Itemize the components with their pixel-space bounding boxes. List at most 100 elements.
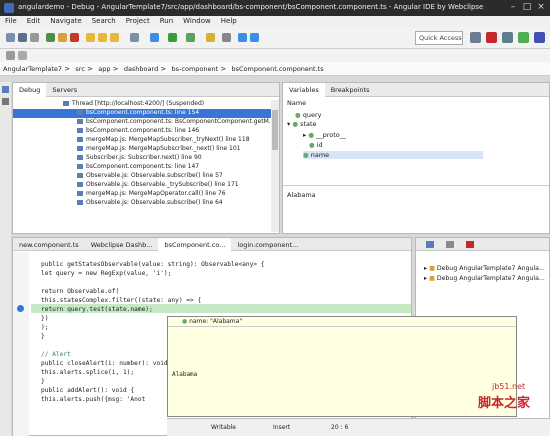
tab-variables[interactable]: Variables [283,83,325,97]
menu-run[interactable]: Run [155,16,178,26]
code-line[interactable]: this.statesComplex.filter((state: any) =… [41,296,201,305]
breadcrumb-app[interactable]: app [98,62,110,75]
git-perspective-icon[interactable] [534,32,545,43]
step-over-icon[interactable] [98,33,107,42]
menu-help[interactable]: Help [216,16,242,26]
tab-debug[interactable]: Debug [13,83,47,97]
frame-icon [77,200,83,205]
suspend-icon[interactable] [58,33,67,42]
forward-icon[interactable] [250,33,259,42]
step-into-icon[interactable] [86,33,95,42]
stack-frame[interactable]: bsComponent.component.ts: line 146 [13,127,275,136]
variable-row[interactable]: ▸ ● __proto__ [303,131,346,139]
debug-icon[interactable] [150,33,159,42]
resume-icon[interactable] [46,33,55,42]
variable-detail: Alabama [287,191,316,199]
stack-frame[interactable]: Observable.js: Observable._trySubscribe(… [13,181,275,190]
drop-frame-icon[interactable] [130,33,139,42]
outline-item[interactable]: ▸ ■ Debug AngularTemplate7 Angula... [424,275,549,282]
code-line[interactable]: } [41,332,45,341]
code-line[interactable]: // Alert [41,350,71,359]
code-line[interactable]: public addAlert(): void { [41,386,134,395]
breadcrumb-bs-component[interactable]: bs-component [172,62,219,75]
variable-row[interactable]: ● id [309,141,323,149]
code-line[interactable]: this.alerts.splice(i, 1); [41,368,134,377]
variable-row[interactable]: ● query [295,111,322,119]
open-resource-icon[interactable] [18,51,27,60]
code-line[interactable]: this.alerts.push({msg: 'Anot [41,395,145,404]
outline-item[interactable]: ▸ ■ Debug AngularTemplate7 Angula... [424,265,549,272]
stack-frame[interactable]: Subscriber.js: Subscriber.next() line 90 [13,154,275,163]
external-tools-icon[interactable] [186,33,195,42]
menu-window[interactable]: Window [178,16,216,26]
menu-edit[interactable]: Edit [22,16,46,26]
editor-tab[interactable]: login.component... [231,238,304,252]
outline-tab-icon[interactable] [426,241,434,248]
project-explorer-icon[interactable] [2,86,9,93]
maximize-icon[interactable]: □ [520,2,534,13]
frame-icon [77,155,83,160]
code-line[interactable]: return Observable.of( [41,287,119,296]
code-line[interactable]: let query = new RegExp(value, 'i'); [41,269,171,278]
editor-tab-active[interactable]: bsComponent.co... [158,238,232,252]
tasks-tab-icon[interactable] [446,241,454,248]
run-icon[interactable] [168,33,177,42]
stack-frame[interactable]: mergeMap.js: MergeMapSubscriber._tryNext… [13,136,275,145]
open-folder-icon[interactable] [206,33,215,42]
terminate-icon[interactable] [70,33,79,42]
stack-frame[interactable]: bsComponent.component.ts: BsComponentCom… [13,118,275,127]
java-perspective-icon[interactable] [502,32,513,43]
code-line[interactable]: }) [41,314,48,323]
menu-file[interactable]: File [0,16,22,26]
breakpoint-icon[interactable] [17,305,24,312]
step-return-icon[interactable] [110,33,119,42]
code-line[interactable]: public closeAlert(i: number): void { [41,359,175,368]
close-icon[interactable]: × [534,2,548,13]
code-line[interactable]: } [41,377,45,386]
tab-breakpoints[interactable]: Breakpoints [325,83,376,97]
variable-row[interactable]: ▾ ● state [287,120,317,128]
secondary-toolbar [0,49,550,62]
hover-value[interactable]: Alabama [172,371,197,378]
open-perspective-icon[interactable] [470,32,481,43]
minimize-icon[interactable]: – [506,2,520,13]
tab-servers[interactable]: Servers [46,83,83,97]
stack-frame[interactable]: Observable.js: Observable.subscribe() li… [13,172,275,181]
breadcrumb-file[interactable]: bsComponent.component.ts [232,62,324,75]
outline-icon[interactable] [2,98,9,105]
code-line[interactable]: public getStatesObservable(value: string… [41,260,265,269]
code-line[interactable]: ); [41,323,48,332]
back-icon[interactable] [238,33,247,42]
code-line-current[interactable]: return query.test(state.name); [41,305,153,314]
breadcrumb-project[interactable]: AngularTemplate7 [3,62,62,75]
variable-row-selected[interactable]: ● name [303,151,483,159]
thread-row[interactable]: Thread [http://localhost:4200/] (Suspend… [13,100,275,109]
debug-perspective-icon[interactable] [518,32,529,43]
window-title: angulardemo - Debug - AngularTemplate7/s… [18,3,484,11]
open-type-icon[interactable] [6,51,15,60]
angular-perspective-icon[interactable] [486,32,497,43]
stack-frame[interactable]: bsComponent.component.ts: line 154 [13,109,275,118]
menu-search[interactable]: Search [87,16,121,26]
problems-tab-icon[interactable] [466,241,474,248]
new-icon[interactable] [6,33,15,42]
hover-header: ● name: "Alabama" [182,318,243,325]
editor-tab[interactable]: new.component.ts [13,238,85,252]
save-all-icon[interactable] [30,33,39,42]
menu-navigate[interactable]: Navigate [45,16,86,26]
menu-project[interactable]: Project [121,16,155,26]
search-icon[interactable] [222,33,231,42]
scrollbar-thumb[interactable] [272,110,278,150]
debug-scrollbar[interactable] [271,100,279,232]
editor-tab[interactable]: Webclipse Dashb... [85,238,159,252]
status-insert: Insert [273,424,291,431]
breadcrumb-src[interactable]: src [75,62,85,75]
stack-frame[interactable]: mergeMap.js: MergeMapOperator.call() lin… [13,190,275,199]
save-icon[interactable] [18,33,27,42]
stack-frame[interactable]: Observable.js: Observable.subscribe() li… [13,199,275,208]
stack-frame[interactable]: bsComponent.component.ts: line 147 [13,163,275,172]
outline-tabbar [416,238,549,251]
stack-frame[interactable]: mergeMap.js: MergeMapSubscriber._next() … [13,145,275,154]
quick-access-input[interactable]: Quick Access [415,31,463,45]
breadcrumb-dashboard[interactable]: dashboard [124,62,158,75]
